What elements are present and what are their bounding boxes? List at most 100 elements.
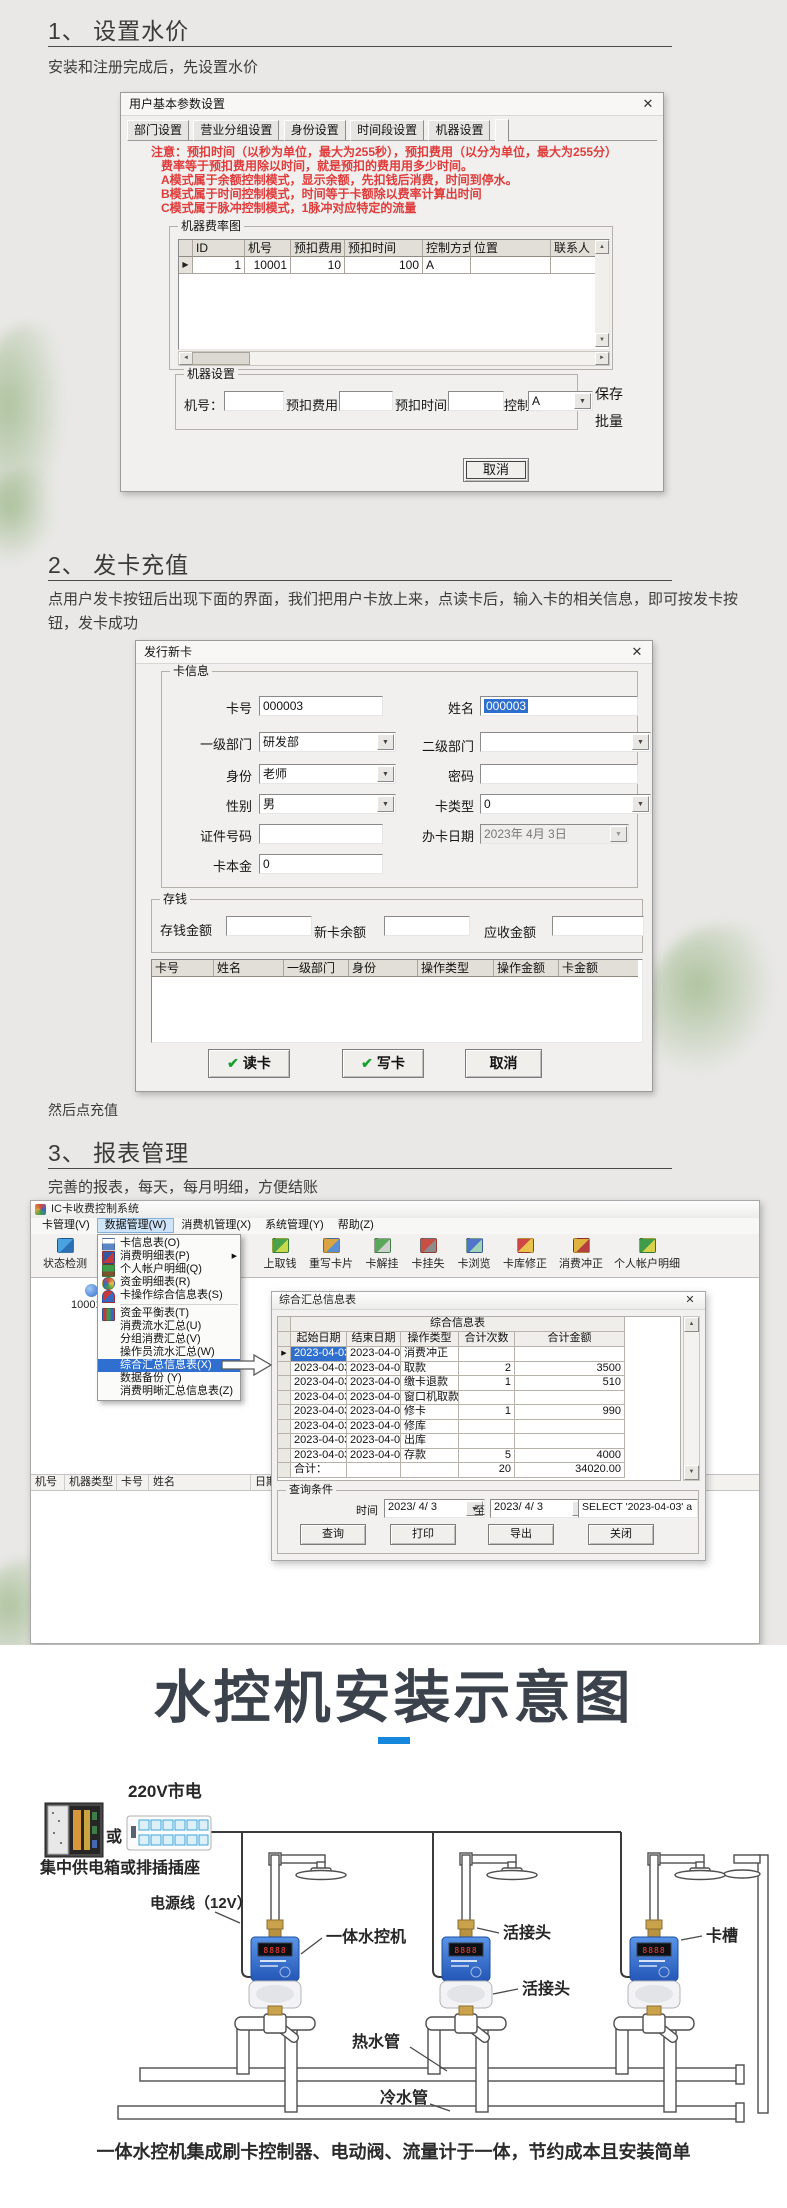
chevron-down-icon[interactable]: ▼ bbox=[574, 393, 591, 409]
chevron-down-icon[interactable]: ▼ bbox=[377, 766, 394, 782]
print-button[interactable]: 打印 bbox=[390, 1524, 456, 1545]
password-input[interactable] bbox=[480, 764, 638, 784]
column-header[interactable]: 姓名 bbox=[214, 960, 284, 977]
menu-item-consume-flow[interactable]: 消费流水汇总(U) bbox=[98, 1320, 240, 1333]
principal-input[interactable]: 0 bbox=[259, 854, 383, 874]
close-button[interactable]: 关闭 bbox=[588, 1524, 654, 1545]
column-header[interactable]: 预扣费用 bbox=[291, 240, 345, 257]
report-row[interactable]: 2023-04-03 2023-04-03 窗口机取款 bbox=[278, 1391, 680, 1406]
column-header[interactable]: 机号 bbox=[31, 1475, 65, 1490]
scrollbar-thumb[interactable] bbox=[192, 352, 250, 365]
column-header[interactable]: 预扣时间 bbox=[345, 240, 423, 257]
column-header[interactable]: 身份 bbox=[349, 960, 418, 977]
menu-card-mgmt[interactable]: 卡管理(V) bbox=[35, 1218, 97, 1233]
save-button[interactable]: 保存 bbox=[595, 384, 623, 404]
fee-table-row[interactable]: ▶ 1 10001 10 100 A bbox=[179, 257, 609, 274]
menu-data-mgmt[interactable]: 数据管理(W) bbox=[97, 1218, 175, 1233]
scroll-left-icon[interactable]: ◄ bbox=[179, 352, 193, 365]
toolbar-withdraw[interactable]: 上取钱 bbox=[259, 1238, 301, 1271]
pre-time-input[interactable] bbox=[448, 391, 504, 411]
toolbar-fix-card-db[interactable]: 卡库修正 bbox=[499, 1238, 551, 1271]
column-header[interactable]: 姓名 bbox=[149, 1475, 251, 1490]
menu-item-backup[interactable]: 数据备份 (Y) bbox=[98, 1372, 240, 1385]
menu-help[interactable]: 帮助(Z) bbox=[331, 1218, 381, 1233]
scroll-up-icon[interactable]: ▲ bbox=[595, 240, 609, 254]
menu-consumer-mgmt[interactable]: 消费机管理(X) bbox=[174, 1218, 258, 1233]
column-header[interactable]: 机号 bbox=[245, 240, 291, 257]
toolbar-status-check[interactable]: 状态检测 bbox=[39, 1238, 91, 1271]
tab-business-group[interactable]: 营业分组设置 bbox=[193, 120, 279, 141]
scroll-up-icon[interactable]: ▲ bbox=[684, 1317, 699, 1332]
menu-item-fund-detail[interactable]: 资金明细表(R) bbox=[98, 1276, 240, 1289]
column-header[interactable]: 合计金额 bbox=[515, 1332, 625, 1347]
column-header[interactable]: 合计次数 bbox=[459, 1332, 515, 1347]
card-no-input[interactable]: 000003 bbox=[259, 696, 383, 716]
tab-identity[interactable]: 身份设置 bbox=[284, 120, 346, 141]
menu-system-mgmt[interactable]: 系统管理(Y) bbox=[258, 1218, 331, 1233]
menu-item-card-ops-summary[interactable]: 卡操作综合信息表(S) bbox=[98, 1289, 240, 1302]
write-card-button[interactable]: ✔写卡 bbox=[342, 1049, 424, 1078]
scroll-down-icon[interactable]: ▼ bbox=[595, 333, 609, 347]
column-header[interactable]: 联系人 bbox=[551, 240, 595, 257]
column-header[interactable]: 一级部门 bbox=[284, 960, 349, 977]
pre-fee-input[interactable] bbox=[339, 391, 393, 411]
date-to-picker[interactable]: 2023/ 4/ 3 ▼ bbox=[490, 1499, 591, 1518]
toolbar-browse-card[interactable]: 卡浏览 bbox=[453, 1238, 495, 1271]
toolbar-reverse-txn[interactable]: 消费冲正 bbox=[555, 1238, 607, 1271]
id-no-input[interactable] bbox=[259, 824, 383, 844]
sql-input[interactable]: SELECT '2023-04-03' a bbox=[578, 1499, 698, 1518]
column-header[interactable]: ID bbox=[193, 240, 245, 257]
vertical-scrollbar[interactable]: ▲ ▼ bbox=[595, 240, 609, 347]
menu-item-consume-summary[interactable]: 消费明晰汇总信息表(Z) bbox=[98, 1385, 240, 1398]
column-header[interactable]: 卡号 bbox=[117, 1475, 149, 1490]
toolbar-report-loss[interactable]: 卡挂失 bbox=[407, 1238, 449, 1271]
chevron-down-icon[interactable]: ▼ bbox=[632, 734, 649, 750]
dept1-select[interactable]: 研发部 ▼ bbox=[259, 732, 396, 752]
cancel-button[interactable]: 取消 bbox=[465, 1049, 542, 1078]
identity-select[interactable]: 老师 ▼ bbox=[259, 764, 396, 784]
menu-item-consume-detail[interactable]: 消费明细表(P)▶ bbox=[98, 1250, 240, 1263]
vertical-scrollbar[interactable]: ▲ ▼ bbox=[683, 1316, 700, 1481]
column-header[interactable]: 结束日期 bbox=[347, 1332, 401, 1347]
column-header[interactable]: 卡金额 bbox=[559, 960, 638, 977]
menu-item-personal-detail[interactable]: 个人帐户明细(Q) bbox=[98, 1263, 240, 1276]
toolbar-personal-detail[interactable]: 个人帐户明细 bbox=[611, 1238, 683, 1271]
close-icon[interactable]: ✕ bbox=[626, 641, 648, 663]
column-header[interactable]: 卡号 bbox=[152, 960, 214, 977]
tab-machine[interactable]: 机器设置 bbox=[428, 120, 490, 141]
dept2-select[interactable]: ▼ bbox=[480, 732, 651, 752]
report-row[interactable]: 2023-04-03 2023-04-03 修库 bbox=[278, 1420, 680, 1435]
chevron-down-icon[interactable]: ▼ bbox=[377, 734, 394, 750]
report-row[interactable]: 2023-04-03 2023-04-03 取款 2 3500 bbox=[278, 1362, 680, 1377]
report-row[interactable]: 2023-04-03 2023-04-03 缴卡退款 1 510 bbox=[278, 1376, 680, 1391]
report-row[interactable]: 2023-04-03 2023-04-03 出库 bbox=[278, 1434, 680, 1449]
column-header[interactable]: 起始日期 bbox=[291, 1332, 347, 1347]
gender-select[interactable]: 男 ▼ bbox=[259, 794, 396, 814]
report-row[interactable]: 2023-04-03 2023-04-03 修卡 1 990 bbox=[278, 1405, 680, 1420]
report-row[interactable]: ▶ 2023-04-03 2023-04-03 消费冲正 bbox=[278, 1347, 680, 1362]
menu-item-summary-report[interactable]: 综合汇总信息表(X) bbox=[98, 1359, 240, 1372]
machine-no-input[interactable] bbox=[224, 391, 284, 411]
deposit-amount-input[interactable] bbox=[226, 916, 312, 936]
column-header[interactable]: 机器类型 bbox=[65, 1475, 117, 1490]
chevron-down-icon[interactable]: ▼ bbox=[632, 796, 649, 812]
tab-water-saving-params[interactable] bbox=[495, 119, 509, 142]
horizontal-scrollbar[interactable]: ◄ ► bbox=[178, 351, 610, 366]
mode-select[interactable]: A ▼ bbox=[528, 391, 593, 411]
scroll-right-icon[interactable]: ► bbox=[595, 352, 609, 365]
menu-item-operator-flow[interactable]: 操作员流水汇总(W) bbox=[98, 1346, 240, 1359]
issue-date-picker[interactable]: 2023年 4月 3日 ▼ bbox=[480, 824, 629, 844]
tab-department[interactable]: 部门设置 bbox=[127, 120, 189, 141]
menu-item-group-consume[interactable]: 分组消费汇总(V) bbox=[98, 1333, 240, 1346]
toolbar-unfreeze-card[interactable]: 卡解挂 bbox=[361, 1238, 403, 1271]
chevron-down-icon[interactable]: ▼ bbox=[377, 796, 394, 812]
close-icon[interactable]: ✕ bbox=[637, 93, 659, 115]
close-icon[interactable]: ✕ bbox=[679, 1292, 701, 1309]
name-input[interactable]: 000003 bbox=[480, 696, 638, 716]
tab-time-period[interactable]: 时间段设置 bbox=[350, 120, 424, 141]
column-header[interactable]: 控制方式 bbox=[423, 240, 471, 257]
date-from-picker[interactable]: 2023/ 4/ 3 ▼ bbox=[384, 1499, 485, 1518]
receivable-input[interactable] bbox=[552, 916, 644, 936]
column-header[interactable]: 操作类型 bbox=[401, 1332, 459, 1347]
toolbar-rewrite-card[interactable]: 重写卡片 bbox=[305, 1238, 357, 1271]
